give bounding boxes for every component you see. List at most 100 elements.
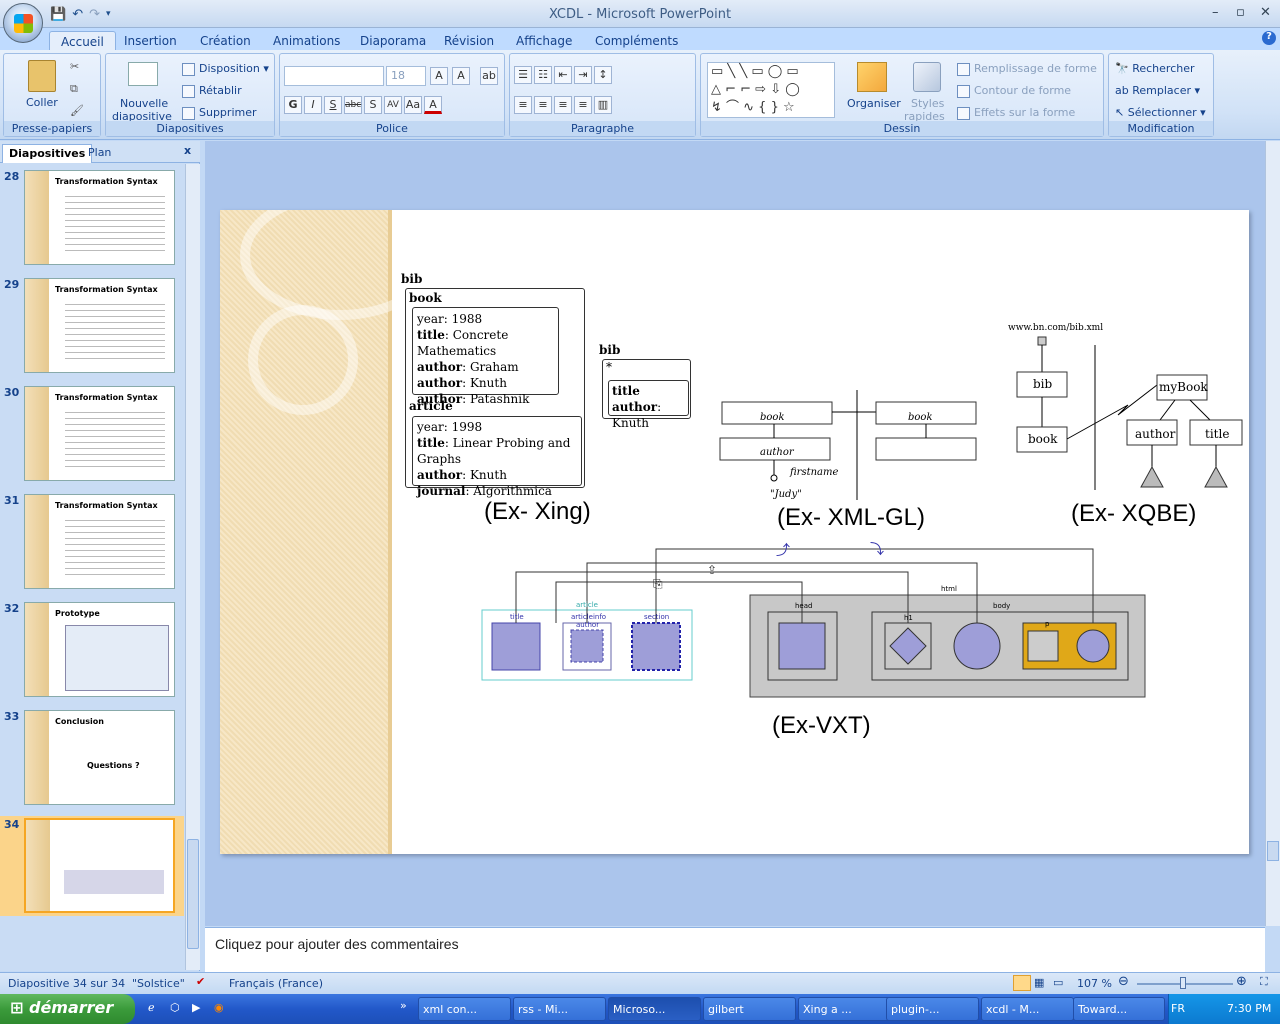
help-icon[interactable]: ? [1262,31,1276,45]
close-button[interactable]: ✕ [1260,5,1271,20]
underline-button[interactable]: S [324,96,342,114]
shapes-gallery[interactable]: ▭ ╲ ╲ ▭ ◯ ▭ △ ⌐ ⌐ ⇨ ⇩ ◯ ↯ ⌒ ∿ { } ☆ [707,62,835,118]
undo-icon[interactable]: ↶ [72,7,83,22]
sorter-view-icon[interactable]: ▦ [1034,976,1044,989]
rechercher-button[interactable]: 🔭 Rechercher [1115,62,1195,75]
arrange-icon[interactable] [857,62,887,92]
font-name-select[interactable] [284,66,384,86]
task-rss[interactable]: rss - Mi... [513,997,606,1021]
slide-thumb-28[interactable]: 28 Transformation Syntax [0,168,184,268]
align-center-icon[interactable]: ≡ [534,96,552,114]
media-icon[interactable]: ▶ [192,1001,200,1014]
zoom-out-icon[interactable]: ⊖ [1118,974,1129,989]
customize-qat-icon[interactable]: ▾ [106,9,111,19]
nouvelle-label-1[interactable]: Nouvelle [120,97,168,110]
maximize-button[interactable]: ▫ [1236,5,1245,20]
retablir-button[interactable]: Rétablir [182,84,242,98]
task-plugin[interactable]: plugin-... [886,997,979,1021]
slide-thumb-34[interactable]: 34 [0,816,184,916]
firefox-icon[interactable]: ◉ [214,1001,224,1014]
tab-accueil[interactable]: Accueil [49,31,116,51]
remplacer-button[interactable]: ab Remplacer ▾ [1115,84,1200,97]
ie-icon[interactable]: ℯ [148,1001,155,1014]
styles-label-1[interactable]: Styles [911,97,944,110]
zoom-level[interactable]: 107 % [1077,977,1112,990]
office-button[interactable] [3,3,43,43]
italic-button[interactable]: I [304,96,322,114]
minimize-button[interactable]: – [1212,5,1219,20]
tab-revision[interactable]: Révision [433,31,505,51]
contour-button[interactable]: Contour de forme [957,84,1071,98]
tab-affichage[interactable]: Affichage [505,31,583,51]
slide-thumb-33[interactable]: 33 Conclusion Questions ? [0,708,184,808]
language[interactable]: Français (France) [229,977,323,990]
bold-button[interactable]: G [284,96,302,114]
task-xcdl[interactable]: xcdl - M... [981,997,1074,1021]
disposition-button[interactable]: Disposition ▾ [182,62,269,76]
scroll-thumb[interactable] [187,839,199,949]
slide-thumb-30[interactable]: 30 Transformation Syntax [0,384,184,484]
quick-styles-icon[interactable] [913,62,941,92]
zoom-slider-thumb[interactable] [1180,977,1186,989]
align-right-icon[interactable]: ≡ [554,96,572,114]
clear-format-icon[interactable]: ab [480,67,498,85]
line-spacing-icon[interactable]: ↕ [594,66,612,84]
tab-animations[interactable]: Animations [262,31,351,51]
bullets-icon[interactable]: ☰ [514,66,532,84]
strike-button[interactable]: abc [344,96,362,114]
task-xing[interactable]: Xing a ... [798,997,891,1021]
save-icon[interactable]: 💾 [50,7,66,22]
tab-complements[interactable]: Compléments [584,31,689,51]
input-language[interactable]: FR [1171,1002,1185,1015]
slides-pane-scrollbar[interactable] [185,164,200,970]
justify-icon[interactable]: ≡ [574,96,592,114]
paste-icon[interactable] [28,60,56,92]
notes-pane[interactable]: Cliquez pour ajouter des commentaires [205,927,1265,972]
supprimer-button[interactable]: Supprimer [182,106,257,120]
slide-thumb-29[interactable]: 29 Transformation Syntax [0,276,184,376]
normal-view-icon[interactable] [1013,975,1031,991]
close-pane-button[interactable]: x [184,144,191,157]
slideshow-view-icon[interactable]: ▭ [1053,976,1063,989]
format-painter-icon[interactable]: 🖌 [70,104,84,117]
cut-icon[interactable]: ✂ [70,60,79,73]
slide-34[interactable]: bib book year: 1988 title: Concrete Math… [220,210,1249,854]
case-button[interactable]: Aa [404,96,422,114]
columns-icon[interactable]: ▥ [594,96,612,114]
task-gilbert[interactable]: gilbert [703,997,796,1021]
tab-insertion[interactable]: Insertion [113,31,188,51]
shadow-button[interactable]: S [364,96,382,114]
quicklaunch-icon[interactable]: ⬡ [170,1001,180,1014]
slide-thumb-32[interactable]: 32 Prototype [0,600,184,700]
tab-creation[interactable]: Création [189,31,262,51]
zoom-in-icon[interactable]: ⊕ [1236,974,1247,989]
task-toward[interactable]: Toward... [1073,997,1165,1021]
remplissage-button[interactable]: Remplissage de forme [957,62,1097,76]
canvas-scrollbar[interactable] [1265,141,1280,926]
spellcheck-icon[interactable]: ✔ [196,975,205,988]
tab-diaporama[interactable]: Diaporama [349,31,437,51]
new-slide-icon[interactable] [128,62,158,86]
coller-button[interactable]: Coller [26,96,58,109]
decrease-indent-icon[interactable]: ⇤ [554,66,572,84]
more-icon[interactable]: » [400,999,407,1012]
numbering-icon[interactable]: ☷ [534,66,552,84]
shrink-font-icon[interactable]: A [452,67,470,85]
tab-diapositives[interactable]: Diapositives [2,144,93,163]
font-size-select[interactable]: 18 [386,66,426,86]
fit-window-icon[interactable]: ⛶ [1260,975,1268,989]
align-left-icon[interactable]: ≡ [514,96,532,114]
increase-indent-icon[interactable]: ⇥ [574,66,592,84]
task-xml-con[interactable]: xml con... [418,997,511,1021]
task-microsoft[interactable]: Microso... [608,997,701,1021]
slide-thumb-31[interactable]: 31 Transformation Syntax [0,492,184,592]
effets-button[interactable]: Effets sur la forme [957,106,1075,120]
scroll-thumb[interactable] [1267,841,1279,861]
redo-icon[interactable]: ↷ [89,7,100,22]
tab-plan[interactable]: Plan [82,144,117,163]
spacing-button[interactable]: AV [384,96,402,114]
font-color-button[interactable]: A [424,96,442,114]
grow-font-icon[interactable]: A [430,67,448,85]
copy-icon[interactable]: ⧉ [70,82,78,96]
organiser-button[interactable]: Organiser [847,97,901,110]
